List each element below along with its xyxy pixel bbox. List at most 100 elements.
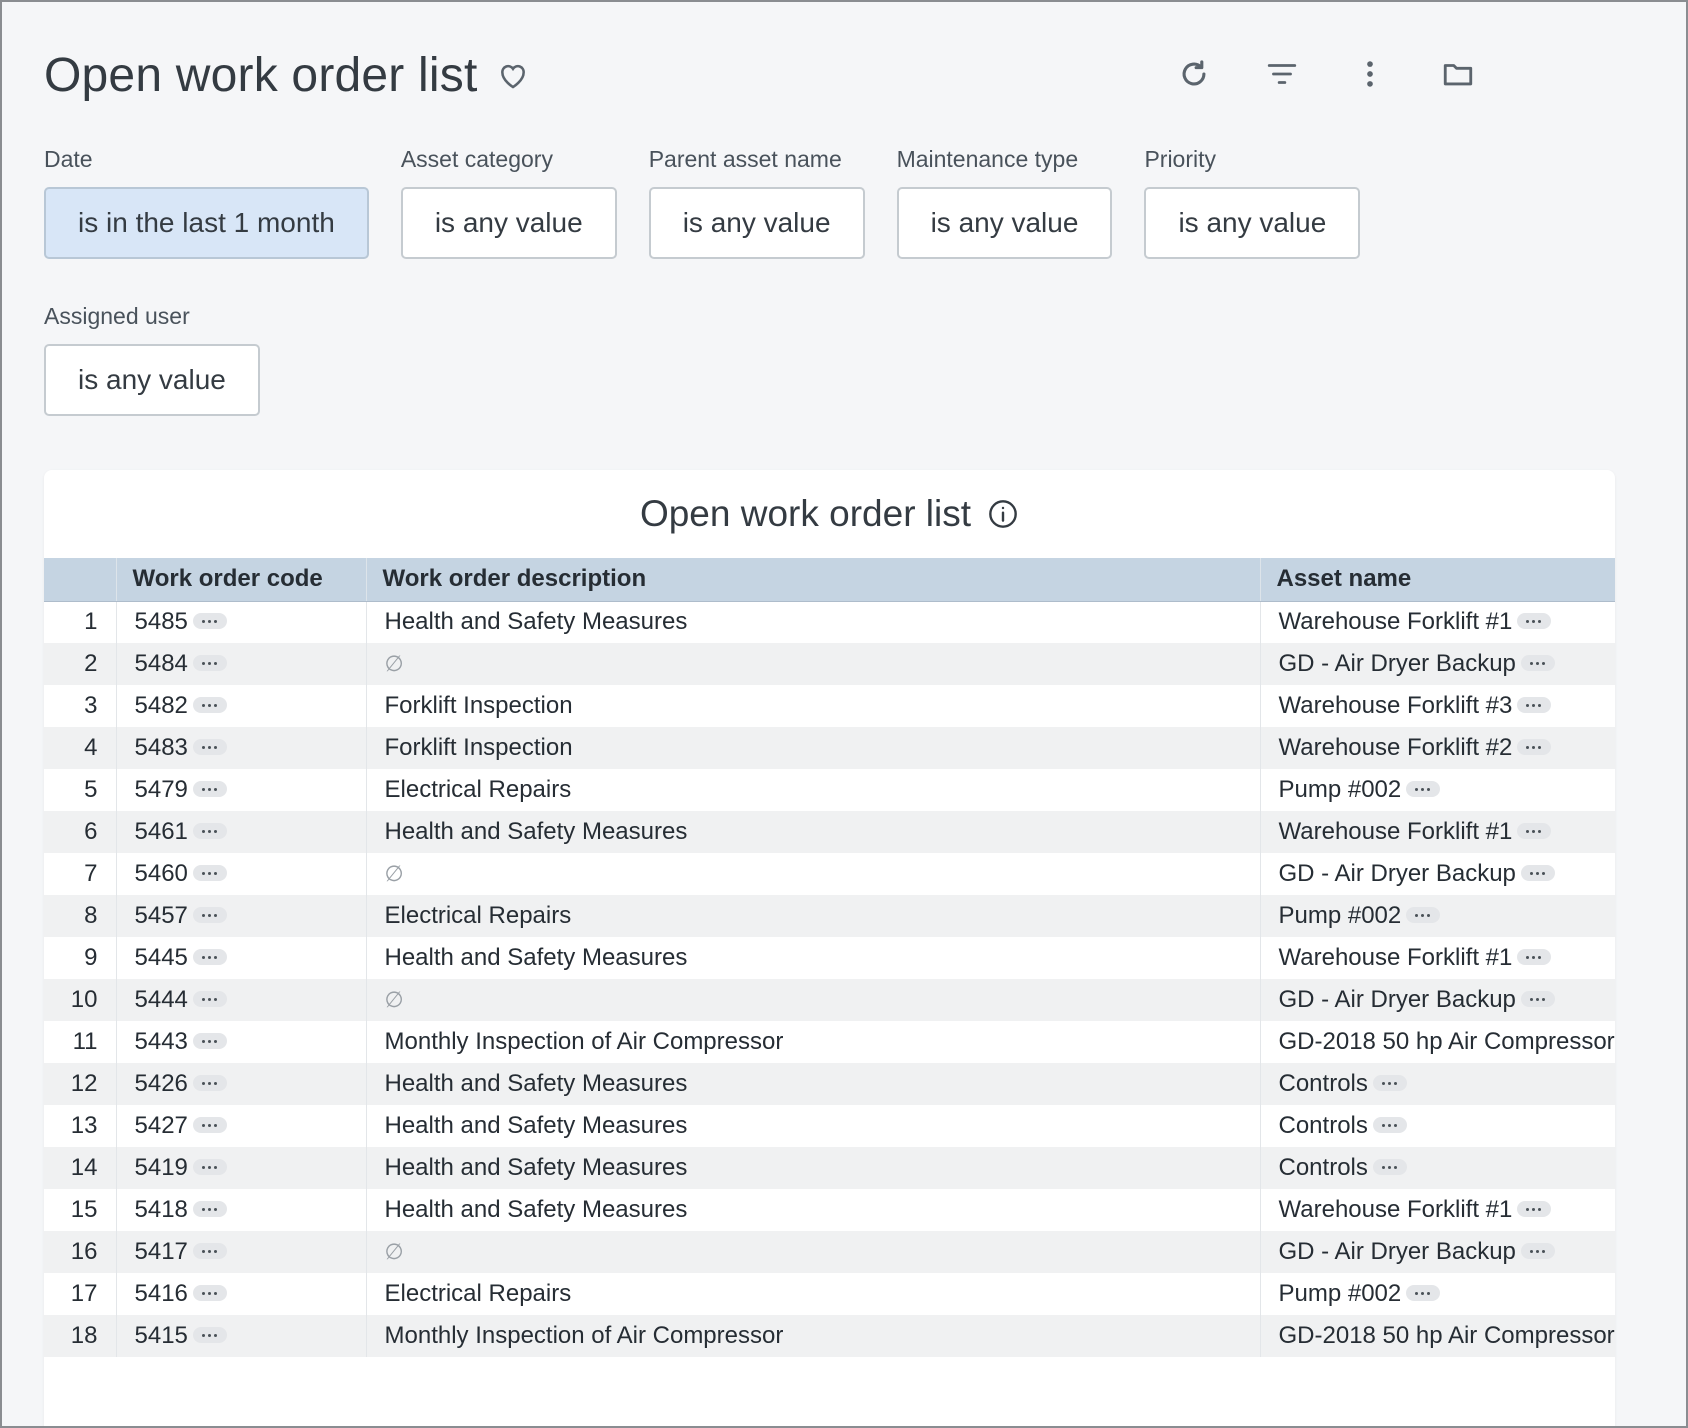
work-order-description-cell[interactable]: ∅ [366,853,1261,895]
more-horizontal-icon[interactable] [192,1116,227,1133]
work-order-code-header[interactable]: Work order code [116,558,367,602]
work-order-code-cell[interactable]: 5419 [116,1147,367,1189]
work-order-description-cell[interactable]: Health and Safety Measures [366,1063,1261,1105]
more-horizontal-icon[interactable] [192,1242,227,1259]
asset-name-cell[interactable]: GD - Air Dryer Backup [1260,1231,1615,1273]
more-horizontal-icon[interactable] [192,1158,227,1175]
table-row[interactable]: 14 5419 Health and Safety Measures Controls [44,1147,1615,1189]
table-row[interactable]: 6 5461 Health and Safety Measures Warehouse… [44,811,1615,853]
table-row[interactable]: 16 5417 ∅ GD - Air Dryer Backup [44,1231,1615,1273]
filter-priority-button[interactable]: is any value [1144,187,1361,259]
filter-maintenance-type-button[interactable]: is any value [896,187,1113,259]
more-horizontal-icon[interactable] [192,822,227,839]
table-row[interactable]: 13 5427 Health and Safety Measures Controls [44,1105,1615,1147]
more-horizontal-icon[interactable] [1372,1074,1407,1091]
work-order-code-cell[interactable]: 5485 [116,601,367,643]
more-horizontal-icon[interactable] [192,864,227,881]
work-order-description-cell[interactable]: Forklift Inspection [366,685,1261,727]
work-order-code-cell[interactable]: 5461 [116,811,367,853]
asset-name-cell[interactable]: GD-2018 50 hp Air Compressor [1260,1021,1615,1063]
info-icon[interactable] [987,498,1019,530]
more-horizontal-icon[interactable] [1520,864,1555,881]
asset-name-header[interactable]: Asset name [1260,558,1615,602]
more-horizontal-icon[interactable] [192,1032,227,1049]
table-row[interactable]: 9 5445 Health and Safety Measures Warehouse… [44,937,1615,979]
work-order-description-cell[interactable]: Health and Safety Measures [366,1105,1261,1147]
row-number-header[interactable] [44,558,117,602]
work-order-description-cell[interactable]: Health and Safety Measures [366,1189,1261,1231]
more-horizontal-icon[interactable] [192,1074,227,1091]
work-order-description-cell[interactable]: Electrical Repairs [366,769,1261,811]
more-horizontal-icon[interactable] [1517,696,1552,713]
table-row[interactable]: 8 5457 Electrical Repairs Pump #002 [44,895,1615,937]
asset-name-cell[interactable]: Warehouse Forklift #1 [1260,1189,1615,1231]
more-horizontal-icon[interactable] [192,1200,227,1217]
more-horizontal-icon[interactable] [1517,612,1552,629]
more-options-button[interactable] [1326,52,1414,96]
work-order-description-cell[interactable]: Health and Safety Measures [366,937,1261,979]
work-order-description-cell[interactable]: Electrical Repairs [366,895,1261,937]
work-order-code-cell[interactable]: 5457 [116,895,367,937]
work-order-description-cell[interactable]: Health and Safety Measures [366,601,1261,643]
more-horizontal-icon[interactable] [192,738,227,755]
more-horizontal-icon[interactable] [1520,1242,1555,1259]
more-horizontal-icon[interactable] [192,612,227,629]
asset-name-cell[interactable]: Warehouse Forklift #1 [1260,811,1615,853]
filter-button[interactable] [1238,52,1326,96]
more-horizontal-icon[interactable] [1372,1116,1407,1133]
work-order-code-cell[interactable]: 5418 [116,1189,367,1231]
asset-name-cell[interactable]: Warehouse Forklift #3 [1260,685,1615,727]
more-horizontal-icon[interactable] [1517,822,1552,839]
work-order-description-cell[interactable]: Electrical Repairs [366,1273,1261,1315]
table-row[interactable]: 5 5479 Electrical Repairs Pump #002 [44,769,1615,811]
more-horizontal-icon[interactable] [192,780,227,797]
work-order-code-cell[interactable]: 5416 [116,1273,367,1315]
table-row[interactable]: 2 5484 ∅ GD - Air Dryer Backup [44,643,1615,685]
table-row[interactable]: 3 5482 Forklift Inspection Warehouse Forkli… [44,685,1615,727]
more-horizontal-icon[interactable] [1520,990,1555,1007]
work-order-code-cell[interactable]: 5417 [116,1231,367,1273]
folder-button[interactable] [1414,52,1502,96]
filter-asset-category-button[interactable]: is any value [400,187,617,259]
more-horizontal-icon[interactable] [1406,906,1441,923]
work-order-description-cell[interactable]: ∅ [366,1231,1261,1273]
table-row[interactable]: 11 5443 Monthly Inspection of Air Compress… [44,1021,1615,1063]
work-order-description-cell[interactable]: Forklift Inspection [366,727,1261,769]
work-order-description-cell[interactable]: Health and Safety Measures [366,811,1261,853]
asset-name-cell[interactable]: Warehouse Forklift #1 [1260,601,1615,643]
table-row[interactable]: 4 5483 Forklift Inspection Warehouse Forkli… [44,727,1615,769]
work-order-description-cell[interactable]: ∅ [366,643,1261,685]
more-horizontal-icon[interactable] [192,1326,227,1343]
more-horizontal-icon[interactable] [1517,1200,1552,1217]
asset-name-cell[interactable]: Controls [1260,1063,1615,1105]
table-row[interactable]: 17 5416 Electrical Repairs Pump #002 [44,1273,1615,1315]
asset-name-cell[interactable]: Controls [1260,1105,1615,1147]
asset-name-cell[interactable]: Warehouse Forklift #1 [1260,937,1615,979]
more-horizontal-icon[interactable] [192,990,227,1007]
more-horizontal-icon[interactable] [1406,780,1441,797]
asset-name-cell[interactable]: Controls [1260,1147,1615,1189]
work-order-description-header[interactable]: Work order description [366,558,1261,602]
work-order-description-cell[interactable]: Monthly Inspection of Air Compressor [366,1315,1261,1357]
refresh-button[interactable] [1150,52,1238,96]
work-order-code-cell[interactable]: 5444 [116,979,367,1021]
work-order-code-cell[interactable]: 5415 [116,1315,367,1357]
work-order-code-cell[interactable]: 5427 [116,1105,367,1147]
work-order-description-cell[interactable]: Health and Safety Measures [366,1147,1261,1189]
asset-name-cell[interactable]: Pump #002 [1260,1273,1615,1315]
filter-assigned-user-button[interactable]: is any value [44,344,260,416]
more-horizontal-icon[interactable] [192,1284,227,1301]
table-row[interactable]: 10 5444 ∅ GD - Air Dryer Backup [44,979,1615,1021]
asset-name-cell[interactable]: Pump #002 [1260,895,1615,937]
more-horizontal-icon[interactable] [1517,948,1552,965]
more-horizontal-icon[interactable] [192,948,227,965]
more-horizontal-icon[interactable] [1520,654,1555,671]
table-row[interactable]: 12 5426 Health and Safety Measures Controls [44,1063,1615,1105]
more-horizontal-icon[interactable] [1517,738,1552,755]
table-row[interactable]: 1 5485 Health and Safety Measures Warehouse… [44,601,1615,643]
asset-name-cell[interactable]: Pump #002 [1260,769,1615,811]
work-order-code-cell[interactable]: 5443 [116,1021,367,1063]
work-order-code-cell[interactable]: 5426 [116,1063,367,1105]
work-order-code-cell[interactable]: 5460 [116,853,367,895]
filter-date-button[interactable]: is in the last 1 month [44,187,369,259]
